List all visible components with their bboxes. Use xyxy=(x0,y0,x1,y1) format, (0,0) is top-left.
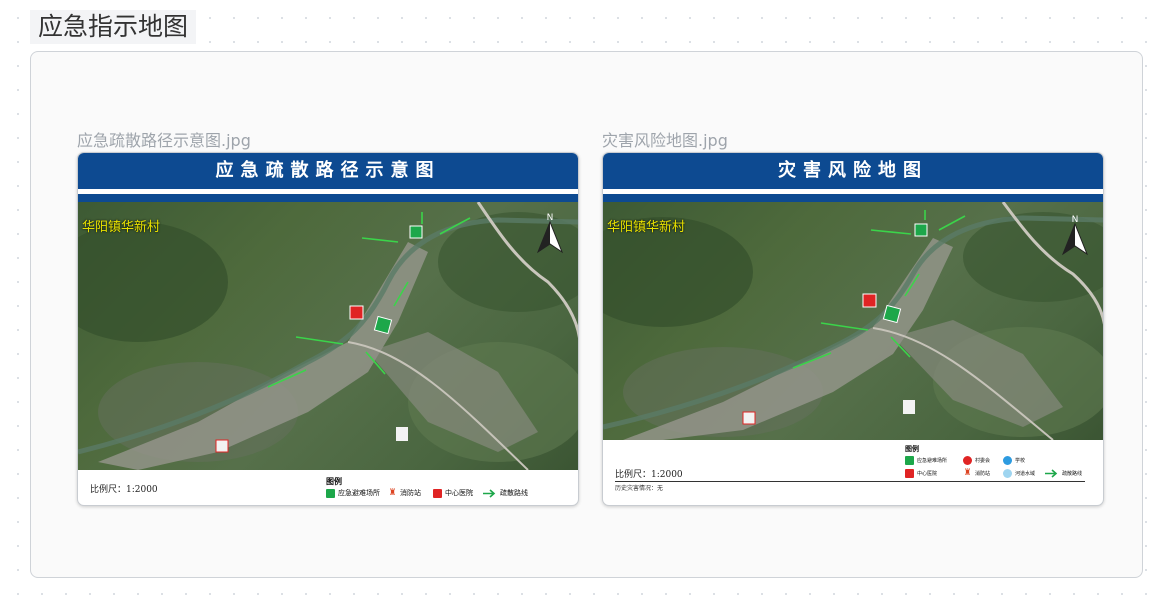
legend-item: 河道水域 xyxy=(1003,469,1035,478)
arrow-icon xyxy=(1045,469,1058,478)
shelter-icon xyxy=(882,304,902,324)
legend-item: 中心医院 xyxy=(433,488,473,498)
school-icon xyxy=(1003,456,1012,465)
legend-item: 疏散路线 xyxy=(1045,469,1082,478)
header-stripe xyxy=(603,194,1103,202)
satellite-map: 华阳镇华新村 N xyxy=(603,202,1103,440)
fire-station-icon xyxy=(215,439,229,453)
legend-title: 图例 xyxy=(326,477,342,486)
shelter-icon xyxy=(914,223,928,237)
satellite-map: 华阳镇华新村 N xyxy=(78,202,578,470)
village-name: 华阳镇华新村 xyxy=(607,220,686,235)
map-header: 应急疏散路径示意图 xyxy=(78,153,578,189)
hospital-icon xyxy=(862,293,877,308)
image-card-evacuation[interactable]: 应急疏散路径示意图 华阳镇华新村 N 比例尺：1:2000 图例 应急避难场所 … xyxy=(77,152,579,506)
hospital-icon xyxy=(349,305,364,320)
hospital-icon xyxy=(433,488,442,498)
legend-item: ♜ 消防站 xyxy=(388,487,421,498)
page-title: 应急指示地图 xyxy=(30,10,197,44)
hospital-icon xyxy=(905,469,914,478)
legend-item: 中心医院 xyxy=(905,469,937,478)
legend-item: 应急避难场所 xyxy=(905,456,947,465)
image-filename-1[interactable]: 应急疏散路径示意图.jpg xyxy=(77,127,251,151)
image-filename-2[interactable]: 灾害风险地图.jpg xyxy=(602,127,728,151)
fire-station-icon: ♜ xyxy=(963,468,972,478)
map-scale: 比例尺：1:2000 xyxy=(615,470,683,480)
fire-station-icon: ♜ xyxy=(388,487,397,498)
map-scale: 比例尺：1:2000 xyxy=(90,485,158,495)
shelter-icon xyxy=(326,488,335,498)
shelter-icon xyxy=(905,456,914,465)
legend-item: 疏散路线 xyxy=(483,488,528,498)
map-header: 灾害风险地图 xyxy=(603,153,1103,189)
water-icon xyxy=(1003,469,1012,478)
north-arrow-icon: N xyxy=(536,210,564,254)
history-note: 历史灾害情况：无 xyxy=(615,485,664,492)
legend-title: 图例 xyxy=(905,445,919,453)
north-arrow-icon: N xyxy=(1061,212,1089,256)
village-committee-icon xyxy=(963,456,972,465)
legend-item: 村委会 xyxy=(963,456,990,465)
fire-station-icon xyxy=(742,411,756,425)
header-stripe xyxy=(78,194,578,202)
shelter-icon xyxy=(409,225,423,239)
village-name: 华阳镇华新村 xyxy=(82,220,161,235)
arrow-icon xyxy=(483,488,496,498)
legend-item: 学校 xyxy=(1003,456,1025,465)
footer-divider xyxy=(615,481,1085,482)
image-card-risk[interactable]: 灾害风险地图 华阳镇华新村 N 图例 应急避难场所 村委会 学校 中心医院 ♜ … xyxy=(602,152,1104,506)
legend-item: 应急避难场所 xyxy=(326,488,380,498)
legend-item: ♜ 消防站 xyxy=(963,468,991,478)
shelter-icon xyxy=(373,315,393,335)
